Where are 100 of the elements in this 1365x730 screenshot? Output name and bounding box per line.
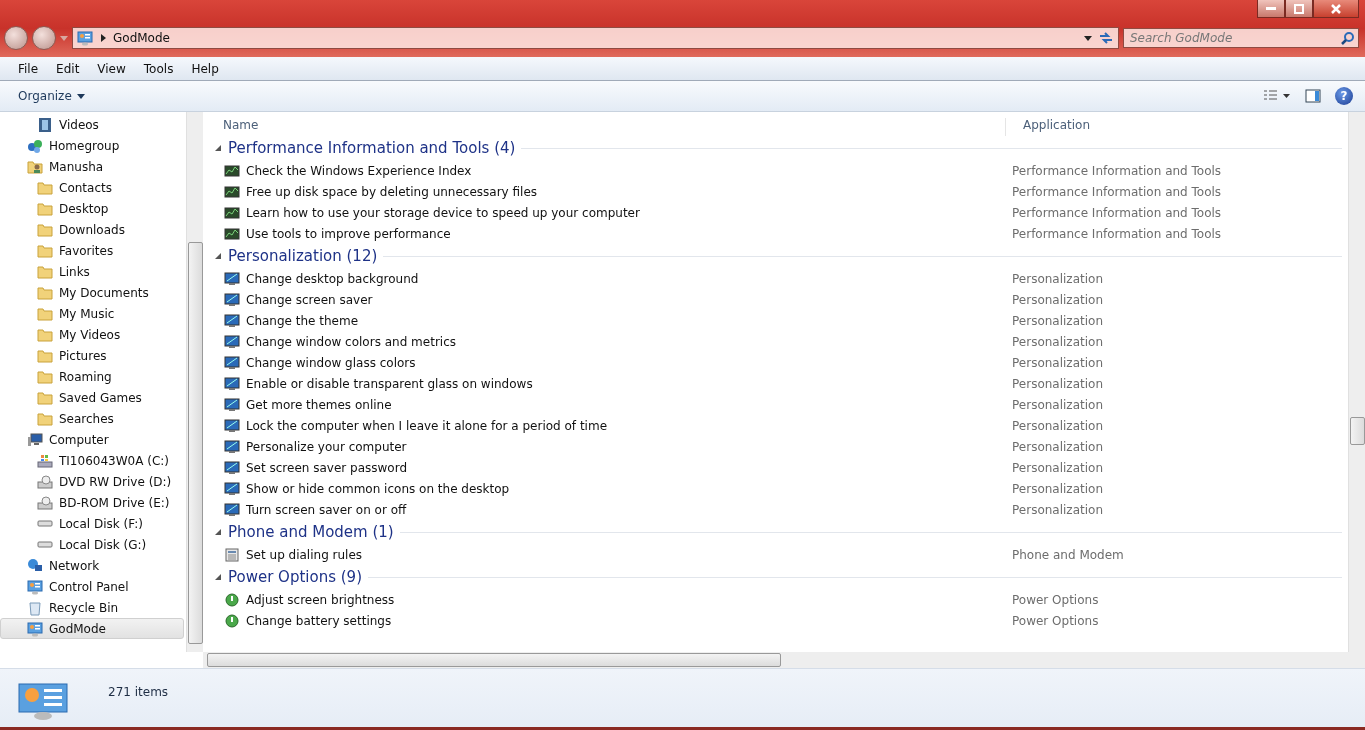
sidebar-item[interactable]: Videos <box>0 114 184 135</box>
sidebar-item[interactable]: Network <box>0 555 184 576</box>
item-name[interactable]: Change the theme <box>206 312 988 329</box>
sidebar-item[interactable]: Homegroup <box>0 135 184 156</box>
refresh-icon[interactable] <box>1098 30 1114 46</box>
group-header[interactable]: Phone and Modem (1) <box>228 523 394 541</box>
item-name[interactable]: Change battery settings <box>206 612 988 629</box>
sidebar-item[interactable]: BD-ROM Drive (E:) <box>0 492 184 513</box>
scrollbar[interactable] <box>1348 112 1365 652</box>
collapse-icon[interactable] <box>214 573 222 581</box>
menu-item[interactable]: Tools <box>135 59 182 78</box>
application-cell-text: Personalization <box>1011 502 1104 517</box>
monitor-icon <box>224 333 240 350</box>
item-name[interactable]: Personalize your computer <box>206 438 988 455</box>
view-options-icon[interactable] <box>1263 89 1291 103</box>
meter-icon <box>224 225 240 242</box>
recycle-bin-icon <box>27 599 43 616</box>
item-name[interactable]: Set screen saver password <box>206 459 988 476</box>
sidebar-item[interactable]: Control Panel <box>0 576 184 597</box>
collapse-icon[interactable] <box>214 252 222 260</box>
item-name[interactable]: Change screen saver <box>206 291 988 308</box>
item-name[interactable]: Learn how to use your storage device to speed up your computer <box>206 204 988 221</box>
application-cell-text: Personalization <box>1011 460 1104 475</box>
monitor-icon <box>224 291 240 308</box>
scrollbar[interactable] <box>186 112 203 652</box>
application-cell-text: Personalization <box>1011 334 1104 349</box>
collapse-icon[interactable] <box>214 528 222 536</box>
monitor-icon <box>224 312 240 329</box>
film-icon <box>37 116 53 133</box>
control-panel-icon <box>77 30 93 46</box>
sidebar-item[interactable]: GodMode <box>0 618 184 639</box>
folder-icon <box>37 368 53 385</box>
chevron-icon <box>99 34 107 42</box>
sidebar-item[interactable]: My Documents <box>0 282 184 303</box>
sidebar-item[interactable]: Roaming <box>0 366 184 387</box>
organize-button[interactable]: Organize <box>12 87 91 105</box>
sidebar-item[interactable]: Searches <box>0 408 184 429</box>
forward-button[interactable] <box>32 26 56 50</box>
item-name[interactable]: Change desktop background <box>206 270 988 287</box>
collapse-icon[interactable] <box>214 144 222 152</box>
item-name[interactable]: Adjust screen brightness <box>206 591 988 608</box>
group-header[interactable]: Performance Information and Tools (4) <box>228 139 516 157</box>
application-cell-text: Personalization <box>1011 418 1104 433</box>
menu-item[interactable]: View <box>89 59 134 78</box>
monitor-icon <box>224 501 240 518</box>
preview-pane-icon[interactable] <box>1305 88 1321 104</box>
control-panel-icon <box>27 620 43 637</box>
column-header[interactable]: Application <box>1006 118 1348 136</box>
sidebar-item[interactable]: Favorites <box>0 240 184 261</box>
menu-item[interactable]: File <box>10 59 47 78</box>
sidebar-item[interactable]: Local Disk (F:) <box>0 513 184 534</box>
sidebar-item[interactable]: Recycle Bin <box>0 597 184 618</box>
folder-icon <box>37 389 53 406</box>
item-name[interactable]: Turn screen saver on or off <box>206 501 988 518</box>
monitor-icon <box>224 396 240 413</box>
network-icon <box>27 557 43 574</box>
sidebar-item[interactable]: DVD RW Drive (D:) <box>0 471 184 492</box>
item-name[interactable]: Use tools to improve performance <box>206 225 988 242</box>
sidebar-item[interactable]: Links <box>0 261 184 282</box>
item-name[interactable]: Lock the computer when I leave it alone for a period of time <box>206 417 988 434</box>
item-label: Set screen saver password <box>246 460 408 475</box>
sidebar-item[interactable]: Contacts <box>0 177 184 198</box>
item-name[interactable]: Change window colors and metrics <box>206 333 988 350</box>
folder-icon <box>37 179 53 196</box>
close-button[interactable] <box>1313 0 1359 18</box>
item-name[interactable]: Free up disk space by deleting unnecessary files <box>206 183 988 200</box>
search-field[interactable]: Search GodMode <box>1123 28 1359 48</box>
item-name[interactable]: Set up dialing rules <box>206 546 988 563</box>
help-button[interactable]: ? <box>1335 87 1353 105</box>
sidebar-item[interactable]: Downloads <box>0 219 184 240</box>
item-name[interactable]: Show or hide common icons on the desktop <box>206 480 988 497</box>
minimize-button[interactable] <box>1257 0 1285 18</box>
restore-button[interactable] <box>1285 0 1313 18</box>
sidebar-item[interactable]: My Music <box>0 303 184 324</box>
sidebar-item[interactable]: Pictures <box>0 345 184 366</box>
item-label: Change window colors and metrics <box>246 334 456 349</box>
sidebar-item[interactable]: Local Disk (G:) <box>0 534 184 555</box>
horizontal-scrollbar[interactable] <box>203 652 1365 668</box>
sidebar-item[interactable]: Computer <box>0 429 184 450</box>
menu-item[interactable]: Help <box>183 59 227 78</box>
group-header[interactable]: Personalization (12) <box>228 247 378 265</box>
sidebar-item[interactable]: Manusha <box>0 156 184 177</box>
folder-icon <box>37 200 53 217</box>
column-header[interactable]: Name <box>206 118 1006 136</box>
item-name[interactable]: Enable or disable transparent glass on windows <box>206 375 988 392</box>
sidebar-item[interactable]: My Videos <box>0 324 184 345</box>
sidebar-item[interactable]: Saved Games <box>0 387 184 408</box>
address-bar[interactable]: GodMode <box>72 27 1119 49</box>
menu-item[interactable]: Edit <box>48 59 88 78</box>
item-label: Lock the computer when I leave it alone for a period of time <box>246 418 608 433</box>
folder-icon <box>37 284 53 301</box>
application-cell-text: Phone and Modem <box>1011 547 1125 562</box>
sidebar-item[interactable]: Desktop <box>0 198 184 219</box>
back-button[interactable] <box>4 26 28 50</box>
item-name[interactable]: Get more themes online <box>206 396 988 413</box>
item-name[interactable]: Change window glass colors <box>206 354 988 371</box>
caret-icon <box>1084 34 1092 42</box>
item-name[interactable]: Check the Windows Experience Index <box>206 162 988 179</box>
group-header[interactable]: Power Options (9) <box>228 568 362 586</box>
sidebar-item[interactable]: TI106043W0A (C:) <box>0 450 184 471</box>
